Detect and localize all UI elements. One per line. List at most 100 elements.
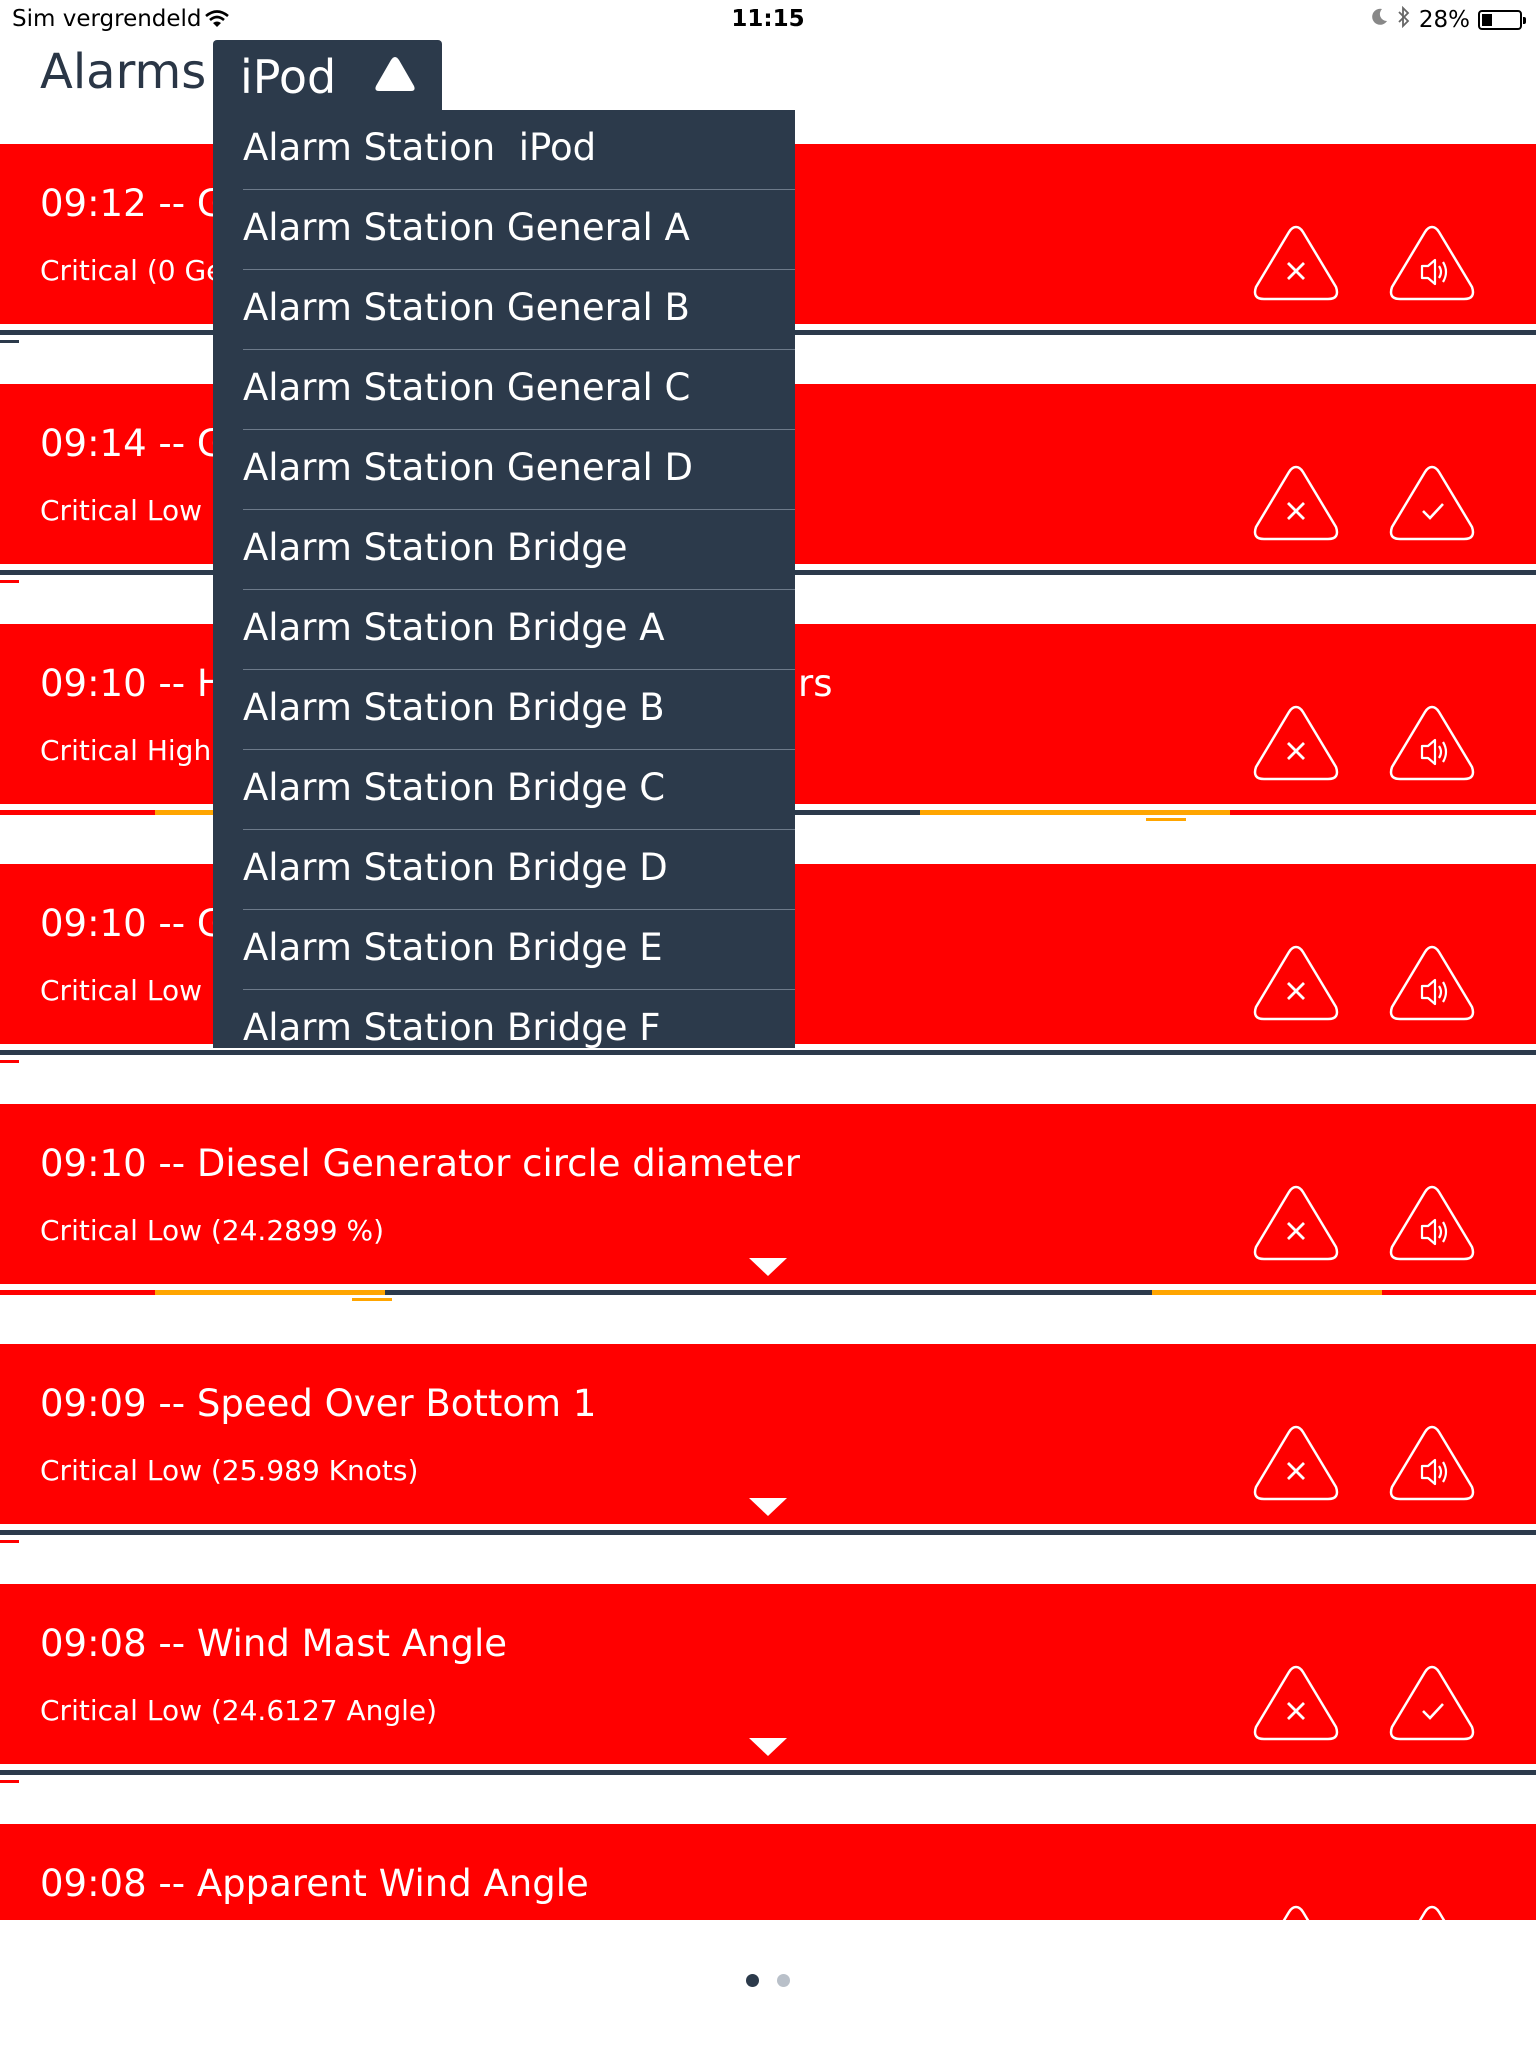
dropdown-item-label: Alarm Station General B: [243, 286, 690, 329]
close-icon: [1253, 225, 1339, 301]
acknowledge-button[interactable]: [1388, 1904, 1476, 1984]
alarm-title: 09:12 -- Gr: [40, 182, 241, 225]
dismiss-button[interactable]: [1252, 1424, 1340, 1504]
speaker-icon: [1389, 1185, 1475, 1261]
dropdown-item[interactable]: Alarm Station Bridge D: [243, 830, 795, 910]
acknowledge-button[interactable]: [1388, 1664, 1476, 1744]
station-selector-label: iPod: [240, 50, 337, 104]
alarm-detail: Critical High (: [40, 734, 232, 767]
dropdown-item[interactable]: Alarm Station Bridge E: [243, 910, 795, 990]
dropdown-item[interactable]: Alarm Station General B: [243, 270, 795, 350]
dropdown-item-label: Alarm Station Bridge C: [243, 766, 666, 809]
close-icon: [1253, 1425, 1339, 1501]
expand-icon[interactable]: [747, 1496, 789, 1522]
dropdown-item-label: Alarm Station General A: [243, 206, 690, 249]
level-marker: [0, 580, 19, 583]
level-bar-segment: [1382, 1290, 1536, 1295]
check-icon: [1389, 1905, 1475, 1981]
speaker-icon: [1389, 225, 1475, 301]
dropdown-item[interactable]: Alarm Station Bridge F: [243, 990, 795, 1048]
level-bar-segment: [155, 1290, 385, 1295]
alarm-title: 09:10 -- Gr: [40, 902, 241, 945]
dropdown-item[interactable]: Alarm Station General C: [243, 350, 795, 430]
level-bar-segment: [920, 810, 1230, 815]
speaker-icon: [1389, 1425, 1475, 1501]
page-indicator[interactable]: [0, 1974, 1536, 1987]
page-dot[interactable]: [746, 1974, 759, 1987]
dropdown-item-label: Alarm Station Bridge D: [243, 846, 668, 889]
dismiss-button[interactable]: [1252, 704, 1340, 784]
alarm-detail: Critical Low (24.2899 %): [40, 1214, 385, 1247]
level-marker: [352, 1298, 392, 1301]
level-bar-segment: [1152, 1290, 1382, 1295]
speaker-icon: [1389, 705, 1475, 781]
level-marker: [0, 340, 19, 343]
level-bar-segment: [155, 810, 215, 815]
dropdown-item-label: Alarm Station Bridge E: [243, 926, 663, 969]
battery-icon: [1478, 10, 1526, 30]
alarm-row[interactable]: 09:09 -- Speed Over Bottom 1 Critical Low…: [0, 1344, 1536, 1524]
dropdown-item[interactable]: Alarm Station iPod: [243, 110, 795, 190]
check-icon: [1389, 1665, 1475, 1741]
status-bar: Sim vergrendeld 11:15 28%: [0, 0, 1536, 40]
mute-button[interactable]: [1388, 1184, 1476, 1264]
close-icon: [1253, 465, 1339, 541]
alarm-detail: Critical (0 Ger: [40, 254, 235, 287]
alarm-detail: Critical Low (24.6127 Angle): [40, 1694, 438, 1727]
alarm-detail: Critical Low (: [40, 974, 222, 1007]
alarm-row[interactable]: 09:08 -- Wind Mast Angle Critical Low (24…: [0, 1584, 1536, 1764]
mute-button[interactable]: [1388, 1424, 1476, 1504]
mute-button[interactable]: [1388, 944, 1476, 1024]
close-icon: [1253, 945, 1339, 1021]
expand-icon[interactable]: [747, 1256, 789, 1282]
level-bar-segment: [0, 1290, 155, 1295]
dropdown-item-label: Alarm Station iPod: [243, 126, 597, 169]
alarm-title: 09:10 -- Diesel Generator circle diamete…: [40, 1142, 801, 1185]
alarm-level-bar: [0, 1284, 1536, 1302]
expand-icon[interactable]: [747, 1736, 789, 1762]
level-bar-line: [0, 1530, 1536, 1535]
dismiss-button[interactable]: [1252, 1184, 1340, 1264]
dropdown-item[interactable]: Alarm Station Bridge A: [243, 590, 795, 670]
clock: 11:15: [731, 6, 805, 32]
bluetooth-icon: [1397, 5, 1411, 34]
close-icon: [1253, 1665, 1339, 1741]
dropdown-item[interactable]: Alarm Station Bridge B: [243, 670, 795, 750]
alarm-title: 09:09 -- Speed Over Bottom 1: [40, 1382, 597, 1425]
dismiss-button[interactable]: [1252, 1664, 1340, 1744]
page-dot[interactable]: [777, 1974, 790, 1987]
dropdown-item[interactable]: Alarm Station Bridge C: [243, 750, 795, 830]
level-bar-line: [0, 1770, 1536, 1775]
alarm-title: 09:08 -- Apparent Wind Angle: [40, 1862, 589, 1905]
alarm-title: 09:08 -- Wind Mast Angle: [40, 1622, 508, 1665]
alarm-detail: Critical Low (: [40, 494, 222, 527]
alarm-level-bar: [0, 1764, 1536, 1783]
dropdown-item[interactable]: Alarm Station General A: [243, 190, 795, 270]
dropdown-item-label: Alarm Station Bridge: [243, 526, 628, 569]
dropdown-item[interactable]: Alarm Station General D: [243, 430, 795, 510]
close-icon: [1253, 1905, 1339, 1981]
mute-button[interactable]: [1388, 704, 1476, 784]
battery-percent: 28%: [1418, 7, 1470, 33]
dropdown-item-label: Alarm Station Bridge A: [243, 606, 665, 649]
dismiss-button[interactable]: [1252, 1904, 1340, 1984]
level-marker: [0, 1540, 19, 1543]
close-icon: [1253, 1185, 1339, 1261]
level-marker: [1146, 818, 1186, 821]
dismiss-button[interactable]: [1252, 464, 1340, 544]
dropdown-item-label: Alarm Station General C: [243, 366, 691, 409]
alarm-level-bar: [0, 1524, 1536, 1543]
level-bar-line: [0, 1050, 1536, 1055]
level-marker: [0, 1780, 19, 1783]
dropdown-item[interactable]: Alarm Station Bridge: [243, 510, 795, 590]
station-selector[interactable]: iPod: [213, 40, 442, 110]
dropdown-item-label: Alarm Station Bridge B: [243, 686, 665, 729]
alarm-row[interactable]: 09:08 -- Apparent Wind Angle: [0, 1824, 1536, 1981]
alarm-title: 09:14 -- Gr: [40, 422, 241, 465]
dismiss-button[interactable]: [1252, 944, 1340, 1024]
dismiss-button[interactable]: [1252, 224, 1340, 304]
alarm-row[interactable]: 09:10 -- Diesel Generator circle diamete…: [0, 1104, 1536, 1284]
acknowledge-button[interactable]: [1388, 464, 1476, 544]
dropdown-item-label: Alarm Station General D: [243, 446, 693, 489]
mute-button[interactable]: [1388, 224, 1476, 304]
